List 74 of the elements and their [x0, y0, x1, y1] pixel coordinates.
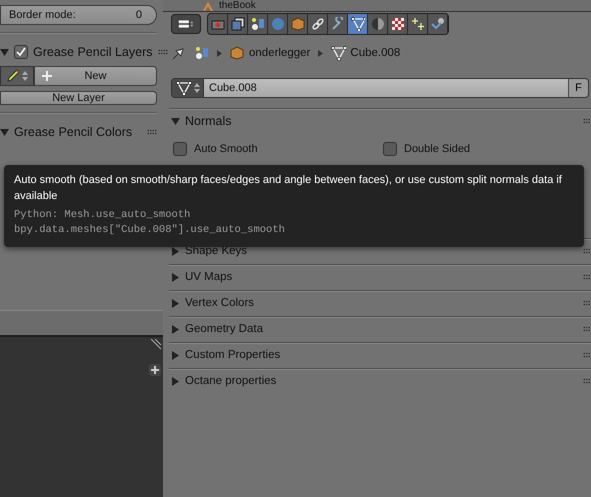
checkbox[interactable] [14, 45, 28, 59]
expand-triangle-icon[interactable] [171, 324, 180, 334]
drag-handle-icon[interactable] [583, 274, 591, 280]
collapse-triangle-icon[interactable] [0, 128, 9, 136]
chevron-icon [318, 50, 324, 56]
cube-icon [230, 46, 245, 60]
expand-triangle-icon[interactable] [171, 246, 180, 256]
editor-type-icon [178, 18, 194, 30]
properties-tab[interactable] [228, 14, 248, 34]
new-layer-button[interactable]: New Layer [0, 91, 157, 105]
cube-icon [290, 17, 304, 31]
panel-title: Normals [185, 114, 232, 128]
expand-triangle-icon[interactable] [171, 350, 180, 360]
panel-title: Grease Pencil Layers [33, 45, 153, 59]
sphere-icon [370, 17, 384, 31]
drag-handle-icon[interactable] [583, 378, 591, 384]
drag-handle-icon[interactable] [583, 118, 591, 124]
drag-handle-icon[interactable] [158, 49, 168, 55]
checkbox-label: Auto Smooth [194, 143, 258, 155]
pencil-icon [6, 69, 20, 83]
properties-tab[interactable] [348, 14, 368, 34]
checkbox[interactable] [383, 142, 397, 156]
sparkles-icon [410, 17, 424, 31]
breadcrumb-item[interactable]: onderlegger [249, 47, 310, 59]
field-label: Border mode: [9, 9, 76, 21]
corner-grip-icon [149, 339, 161, 351]
expand-triangle-icon[interactable] [171, 376, 180, 386]
properties-tab[interactable] [248, 14, 268, 34]
properties-tab[interactable] [388, 14, 408, 34]
expand-triangle-icon[interactable] [171, 272, 180, 282]
collapse-triangle-icon[interactable] [171, 116, 180, 126]
up-down-arrows-icon [22, 70, 28, 82]
panel-title: Grease Pencil Colors [14, 125, 132, 139]
pencil-selector[interactable] [0, 66, 34, 86]
image-stack-icon [230, 17, 244, 31]
panel-title: UV Maps [185, 271, 232, 283]
chain-link-icon [310, 17, 324, 31]
triangle-vertices-icon [331, 46, 346, 60]
drag-handle-icon[interactable] [583, 352, 591, 358]
collapse-triangle-icon[interactable] [0, 48, 9, 56]
python-path: bpy.data.meshes["Cube.008"].use_auto_smooth [14, 223, 285, 238]
panel-title: Custom Properties [185, 349, 280, 361]
chevron-icon [217, 50, 222, 56]
plus-icon [151, 366, 159, 374]
border-mode-field[interactable]: Border mode: 0 [0, 5, 157, 25]
editor-type-button[interactable] [171, 14, 201, 34]
breadcrumb-item[interactable]: Cube.008 [350, 47, 400, 59]
globe-icon [270, 17, 284, 31]
drag-handle-icon[interactable] [583, 326, 591, 332]
checker-icon [390, 17, 404, 31]
drag-handle-icon[interactable] [583, 300, 591, 306]
checkbox[interactable] [173, 142, 187, 156]
panel-title: Geometry Data [185, 323, 263, 335]
checkbox-label: Double Sided [404, 143, 470, 155]
panel-title: Vertex Colors [185, 297, 254, 309]
expand-triangle-icon[interactable] [171, 298, 180, 308]
plus-icon [41, 70, 53, 82]
properties-tab[interactable] [308, 14, 328, 34]
shapes-icon [195, 46, 209, 60]
triangle-vertices-icon [350, 17, 364, 31]
drag-handle-icon[interactable] [147, 129, 157, 135]
properties-tab[interactable] [328, 14, 348, 34]
add-button[interactable] [149, 364, 161, 376]
panel-title: Octane properties [185, 375, 276, 387]
object-name: theBook [219, 0, 256, 11]
new-button[interactable]: New [34, 66, 157, 86]
properties-tab[interactable] [428, 14, 448, 34]
drag-handle-icon[interactable] [583, 248, 591, 254]
python-path: Python: Mesh.use_auto_smooth [14, 208, 190, 223]
properties-tab[interactable] [408, 14, 428, 34]
field-value: 0 [136, 9, 142, 21]
shapes-icon [250, 17, 264, 31]
tooltip-description: Auto smooth (based on smooth/sharp faces/edges and angle between faces), or use custom split normals data if available [14, 173, 563, 204]
wrench-icon [330, 17, 344, 31]
